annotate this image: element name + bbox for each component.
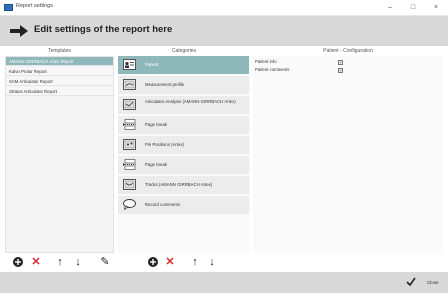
maximize-button[interactable]: □	[405, 2, 421, 13]
category-label: Record comments	[145, 202, 180, 207]
category-label: Measurement profile	[145, 82, 185, 87]
category-item-articulator-analysis[interactable]: Articulator Analysis (AMANN GIRRBACH Art…	[118, 96, 249, 114]
remove-template-button[interactable]: ✕	[30, 256, 42, 268]
config-column-header: Patient - Configuration	[323, 48, 373, 54]
page-break-icon	[123, 119, 136, 130]
config-row-patient-comments: Patient comments	[255, 66, 343, 74]
page-title: Edit settings of the report here	[34, 24, 173, 35]
app-icon	[4, 4, 13, 11]
tracks-icon	[123, 179, 136, 190]
template-item[interactable]: Kalvo Protar Report	[6, 67, 113, 76]
template-item[interactable]: Stratos Articulator Report	[6, 87, 113, 96]
add-template-button[interactable]	[12, 256, 24, 268]
category-label: Page break	[145, 162, 167, 167]
pin-positions-icon	[123, 139, 136, 150]
profile-icon	[123, 79, 136, 90]
config-row-patient-info: Patient info	[255, 58, 343, 66]
analysis-icon	[123, 99, 136, 110]
category-item-page-break[interactable]: Page break	[118, 116, 249, 134]
window-titlebar: Report settings – □ ×	[0, 0, 448, 16]
close-window-button[interactable]: ×	[428, 2, 444, 13]
category-item-page-break[interactable]: Page break	[118, 156, 249, 174]
category-label: Patient	[145, 62, 159, 67]
category-label: Page break	[145, 122, 167, 127]
move-category-up-button[interactable]: ↑	[189, 256, 201, 268]
dialog-footer: Close	[0, 272, 448, 293]
config-panel: Patient info Patient comments	[253, 56, 443, 253]
move-template-up-button[interactable]: ↑	[54, 256, 66, 268]
category-item-record-comments[interactable]: Record comments	[118, 196, 249, 214]
checkmark-icon[interactable]	[406, 277, 416, 287]
template-item[interactable]: AMANN GIRRBACH Artex Report	[6, 57, 113, 66]
page-break-icon	[123, 159, 136, 170]
move-template-down-button[interactable]: ↓	[72, 256, 84, 268]
page-header: Edit settings of the report here	[0, 16, 448, 46]
categories-list: Patient Measurement profile Articulator …	[118, 56, 250, 253]
config-label: Patient info	[255, 59, 277, 64]
template-item[interactable]: SAM Articulator Report	[6, 77, 113, 86]
remove-category-button[interactable]: ✕	[164, 256, 176, 268]
patient-comments-checkbox[interactable]	[338, 67, 343, 73]
config-label: Patient comments	[255, 67, 290, 72]
templates-column-header: Templates	[48, 48, 71, 54]
category-item-patient[interactable]: Patient	[118, 56, 249, 74]
minimize-button[interactable]: –	[382, 2, 398, 13]
patient-card-icon	[123, 59, 136, 70]
category-item-tracks[interactable]: Tracks (AMANN GIRRBACH Artex)	[118, 176, 249, 194]
category-item-pin-positions[interactable]: Pin Positions (Artex)	[118, 136, 249, 154]
templates-list: AMANN GIRRBACH Artex Report Kalvo Protar…	[5, 56, 114, 253]
category-label: Tracks (AMANN GIRRBACH Artex)	[145, 182, 213, 187]
add-category-button[interactable]	[147, 256, 159, 268]
comment-icon	[123, 199, 136, 210]
patient-info-checkbox[interactable]	[338, 59, 343, 65]
window-title: Report settings	[16, 3, 53, 9]
move-category-down-button[interactable]: ↓	[206, 256, 218, 268]
edit-template-button[interactable]: ✎	[99, 256, 111, 268]
categories-column-header: Categories	[171, 48, 197, 54]
category-item-measurement-profile[interactable]: Measurement profile	[118, 76, 249, 94]
close-button[interactable]: Close	[427, 280, 439, 285]
category-label: Pin Positions (Artex)	[145, 142, 184, 147]
category-label: Articulator Analysis (AMANN GIRRBACH Art…	[145, 99, 236, 104]
arrow-right-icon	[10, 25, 28, 37]
